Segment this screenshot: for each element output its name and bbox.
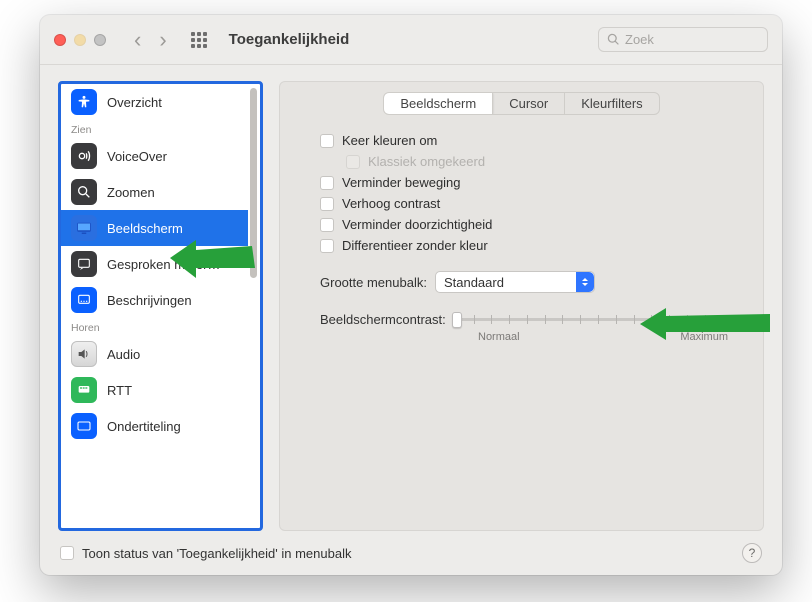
sidebar-item-label: Gesproken mater…	[107, 257, 220, 272]
segmented-control: Beeldscherm Cursor Kleurfilters	[383, 92, 659, 115]
slider-thumb[interactable]	[452, 312, 462, 328]
checkbox-icon	[320, 134, 334, 148]
checkbox-icon	[320, 176, 334, 190]
rtt-icon	[71, 377, 97, 403]
search-input[interactable]: Zoek	[598, 27, 768, 52]
accessibility-icon	[71, 89, 97, 115]
help-button[interactable]: ?	[742, 543, 762, 563]
checkbox-label: Klassiek omgekeerd	[368, 154, 485, 169]
sidebar-item-label: VoiceOver	[107, 149, 167, 164]
sidebar-item-ondertiteling[interactable]: Ondertiteling	[61, 408, 248, 444]
main-panel: Beeldscherm Cursor Kleurfilters Keer kle…	[279, 81, 764, 531]
sidebar-item-beeldscherm[interactable]: Beeldscherm	[61, 210, 248, 246]
sidebar-item-zoomen[interactable]: Zoomen	[61, 174, 248, 210]
sidebar-item-audio[interactable]: Audio	[61, 336, 248, 372]
sidebar-section-zien: Zien	[61, 120, 248, 138]
checkbox-icon	[320, 197, 334, 211]
voiceover-icon	[71, 143, 97, 169]
tab-cursor[interactable]: Cursor	[493, 93, 565, 114]
descriptions-icon	[71, 287, 97, 313]
nav-forward-button[interactable]: ›	[159, 27, 166, 53]
footer-checkbox-label: Toon status van 'Toegankelijkheid' in me…	[82, 546, 351, 561]
sidebar-item-label: Zoomen	[107, 185, 155, 200]
titlebar: ‹ › Toegankelijkheid Zoek	[40, 15, 782, 65]
search-placeholder: Zoek	[625, 32, 654, 47]
sidebar-item-gesproken[interactable]: Gesproken mater…	[61, 246, 248, 282]
nav-arrows: ‹ ›	[134, 27, 167, 53]
contrast-slider[interactable]	[456, 309, 706, 329]
sidebar-item-voiceover[interactable]: VoiceOver	[61, 138, 248, 174]
slider-scale-labels: Normaal Maximum	[478, 331, 728, 343]
show-all-icon[interactable]	[191, 32, 207, 48]
captions-icon	[71, 413, 97, 439]
checkbox-differentiate-color[interactable]: Differentieer zonder kleur	[320, 238, 735, 253]
audio-icon	[71, 341, 97, 367]
checkbox-icon	[346, 155, 360, 169]
tab-beeldscherm[interactable]: Beeldscherm	[384, 93, 493, 114]
traffic-lights	[54, 34, 106, 46]
checkbox-icon	[320, 239, 334, 253]
display-icon	[71, 215, 97, 241]
checkbox-label: Differentieer zonder kleur	[342, 238, 488, 253]
sidebar: Overzicht Zien VoiceOver Zoomen	[58, 81, 263, 531]
sidebar-item-overview[interactable]: Overzicht	[61, 84, 248, 120]
sidebar-item-label: RTT	[107, 383, 132, 398]
sidebar-item-label: Ondertiteling	[107, 419, 181, 434]
checkbox-increase-contrast[interactable]: Verhoog contrast	[320, 196, 735, 211]
checkbox-reduce-motion[interactable]: Verminder beweging	[320, 175, 735, 190]
sidebar-scrollbar[interactable]	[250, 88, 257, 278]
checkbox-reduce-transparency[interactable]: Verminder doorzichtigheid	[320, 217, 735, 232]
checkbox-invert-colors[interactable]: Keer kleuren om	[320, 133, 735, 148]
zoom-window-button[interactable]	[94, 34, 106, 46]
sidebar-item-label: Overzicht	[107, 95, 162, 110]
chevron-updown-icon	[576, 272, 594, 292]
checkbox-classic-invert: Klassiek omgekeerd	[346, 154, 735, 169]
search-icon	[607, 33, 620, 46]
zoom-icon	[71, 179, 97, 205]
sidebar-item-label: Audio	[107, 347, 140, 362]
sidebar-section-horen: Horen	[61, 318, 248, 336]
slider-min-label: Normaal	[478, 331, 520, 343]
sidebar-item-label: Beeldscherm	[107, 221, 183, 236]
menubar-size-label: Grootte menubalk:	[320, 275, 427, 290]
nav-back-button[interactable]: ‹	[134, 27, 141, 53]
speak-icon	[71, 251, 97, 277]
checkbox-label: Verminder doorzichtigheid	[342, 217, 492, 232]
slider-max-label: Maximum	[680, 331, 728, 343]
sidebar-item-rtt[interactable]: RTT	[61, 372, 248, 408]
footer: Toon status van 'Toegankelijkheid' in me…	[40, 531, 782, 575]
checkbox-label: Verhoog contrast	[342, 196, 440, 211]
minimize-window-button[interactable]	[74, 34, 86, 46]
checkbox-icon	[320, 218, 334, 232]
sidebar-item-beschrijvingen[interactable]: Beschrijvingen	[61, 282, 248, 318]
checkbox-icon[interactable]	[60, 546, 74, 560]
sidebar-item-label: Beschrijvingen	[107, 293, 192, 308]
close-window-button[interactable]	[54, 34, 66, 46]
page-title: Toegankelijkheid	[229, 31, 350, 48]
checkbox-label: Verminder beweging	[342, 175, 461, 190]
tab-kleurfilters[interactable]: Kleurfilters	[565, 93, 658, 114]
contrast-label: Beeldschermcontrast:	[320, 312, 446, 327]
checkbox-label: Keer kleuren om	[342, 133, 437, 148]
dropdown-value: Standaard	[436, 275, 512, 290]
preferences-window: ‹ › Toegankelijkheid Zoek Overzicht Zien	[40, 15, 782, 575]
menubar-size-dropdown[interactable]: Standaard	[435, 271, 595, 293]
